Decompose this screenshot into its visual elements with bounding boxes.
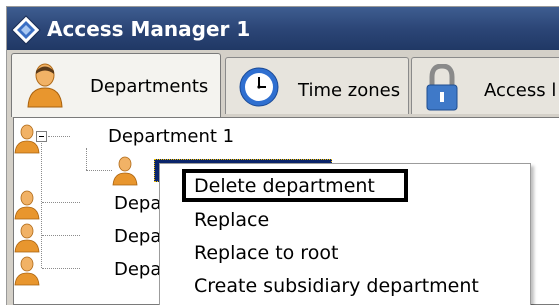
window-title: Access Manager 1 [47, 17, 251, 41]
tree-node-root[interactable]: Department 1 [14, 124, 414, 154]
menu-item-replace[interactable]: Replace [194, 205, 269, 235]
person-icon [14, 256, 40, 286]
clock-icon [239, 67, 279, 107]
tree-node-label: Depa [114, 226, 162, 247]
context-menu: Delete department Replace Replace to roo… [159, 163, 531, 305]
tab-time-zones-label: Time zones [298, 80, 401, 101]
person-icon [27, 63, 63, 108]
menu-item-delete-department[interactable]: Delete department [194, 171, 375, 201]
menu-item-replace-to-root[interactable]: Replace to root [194, 238, 338, 268]
person-icon [14, 223, 40, 253]
tab-time-zones[interactable]: Time zones [225, 57, 409, 114]
tab-access-levels-label: Access l [484, 80, 557, 101]
collapse-toggle-icon[interactable] [36, 131, 47, 142]
tab-departments[interactable]: Departments [11, 53, 221, 117]
person-icon [112, 156, 138, 186]
menu-item-create-subsidiary-department[interactable]: Create subsidiary department [194, 271, 479, 301]
tree-node-label: Department 1 [108, 126, 235, 147]
padlock-icon [426, 64, 458, 111]
tab-access-levels[interactable]: Access l [411, 57, 559, 114]
title-bar[interactable]: Access Manager 1 [7, 7, 559, 50]
access-manager-window: Access Manager 1 Departments Time zones [6, 6, 559, 305]
person-icon [14, 190, 40, 220]
tree-node-label: Depa [114, 193, 162, 214]
tab-bar: Departments Time zones Access l [7, 50, 559, 117]
tree-node-label: Depa [114, 259, 162, 280]
tree-connector [48, 136, 70, 137]
tab-departments-label: Departments [90, 76, 209, 97]
diamond-app-icon [11, 15, 41, 45]
tree-connector [86, 170, 112, 171]
